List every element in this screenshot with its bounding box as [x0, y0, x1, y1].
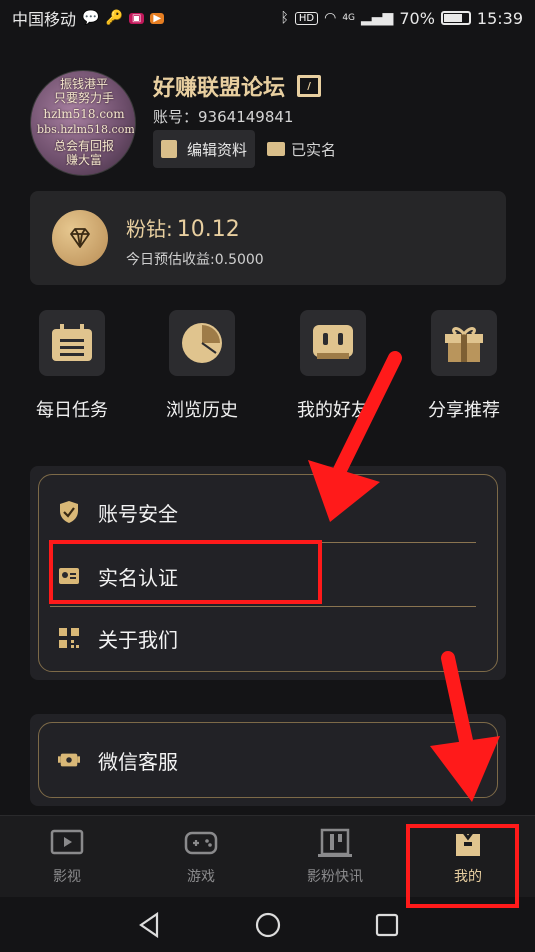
video-icon — [50, 828, 84, 858]
battery-icon — [440, 11, 471, 25]
signal-icon: ▂▄▆ — [361, 10, 394, 26]
profile-actions: 编辑资料 已实名 — [153, 130, 336, 168]
avatar-text-line: 只要努力手 — [53, 91, 114, 105]
edit-profile-label: 编辑资料 — [187, 140, 248, 159]
annotation-arrow-down — [430, 651, 500, 802]
highlight-real-name-box — [49, 540, 322, 604]
edit-profile-button[interactable]: 编辑资料 — [153, 130, 256, 168]
tab-video[interactable]: 影视 — [0, 816, 134, 898]
id-card-icon — [267, 142, 286, 156]
hd-badge: HD — [294, 11, 319, 25]
menu-item-label: 微信客服 — [98, 749, 178, 774]
profile-header: 振钱港平 只要努力手 hzlm518.com bbs.hzlm518.com 总… — [30, 68, 510, 178]
coin-value: 10.12 — [176, 217, 240, 242]
tab-label: 影粉快讯 — [307, 869, 363, 885]
menu-item-account-security[interactable]: 账号安全 — [58, 482, 478, 542]
menu-item-label: 关于我们 — [98, 627, 178, 652]
verified-label: 已实名 — [291, 140, 337, 159]
play-app-icon: ▶ — [150, 12, 165, 24]
key-icon: 🔑 — [105, 10, 123, 26]
verified-status: 已实名 — [267, 139, 336, 160]
shield-check-icon — [58, 501, 80, 523]
avatar[interactable]: 振钱港平 只要努力手 hzlm518.com bbs.hzlm518.com 总… — [30, 70, 136, 176]
shortcut-label: 每日任务 — [36, 400, 108, 421]
coin-label: 粉钻: — [126, 217, 173, 241]
tab-label: 游戏 — [187, 869, 215, 885]
annotation-arrow-down-left — [308, 351, 402, 522]
network-type: 4G — [342, 13, 356, 23]
menu-item-about-us[interactable]: 关于我们 — [58, 608, 478, 668]
headset-icon — [58, 749, 80, 771]
battery-percent: 70% — [399, 8, 435, 28]
shortcut-label: 分享推荐 — [428, 400, 500, 421]
message-icon: 💬 — [82, 10, 100, 26]
shortcut-grid: 每日任务 浏览历史 我的好友 分享推荐 — [0, 310, 535, 430]
username-row: 好赚联盟论坛 / — [153, 70, 322, 102]
shortcut-daily-tasks[interactable]: 每日任务 — [17, 310, 127, 422]
shortcut-label: 浏览历史 — [166, 400, 238, 421]
carrier-text: 中国移动 — [12, 10, 77, 29]
highlight-mine-tab-box — [406, 824, 519, 908]
clock: 15:39 — [476, 8, 523, 28]
username: 好赚联盟论坛 — [153, 76, 286, 101]
bluetooth-icon: ᛒ — [280, 10, 289, 26]
gift-icon — [431, 310, 497, 376]
shortcut-history[interactable]: 浏览历史 — [147, 310, 257, 422]
screen: 中国移动 💬 🔑 ▣ ▶ ᛒ HD ◠ 4G ▂▄▆ 70% 15:39 振钱港… — [0, 0, 535, 952]
menu-item-wechat-service[interactable]: 微信客服 — [58, 730, 478, 790]
avatar-text-line: hzlm518.com — [43, 107, 125, 121]
account-id: 9364149841 — [198, 108, 294, 126]
edit-name-icon[interactable]: / — [297, 75, 322, 97]
back-icon[interactable] — [134, 910, 164, 940]
avatar-text-line: 振钱港平 — [59, 77, 108, 91]
wallet-card[interactable]: 粉钻: 10.12 今日预估收益:0.5000 — [30, 191, 506, 285]
gamepad-icon — [184, 828, 218, 858]
app-badge-icon: ▣ — [128, 12, 145, 24]
coin-balance: 粉钻: 10.12 — [126, 213, 240, 242]
menu-divider — [50, 606, 476, 607]
tab-news[interactable]: 影粉快讯 — [268, 816, 402, 898]
today-estimate: 今日预估收益:0.5000 — [126, 252, 264, 268]
avatar-text-line: 总会有回报 — [53, 139, 114, 153]
menu-item-label: 账号安全 — [98, 501, 178, 526]
contact-icon — [161, 140, 177, 158]
calendar-icon — [39, 310, 105, 376]
avatar-text-line: bbs.hzlm518.com — [37, 123, 135, 136]
account-label: 账号： — [153, 108, 199, 126]
status-bar: 中国移动 💬 🔑 ▣ ▶ ᛒ HD ◠ 4G ▂▄▆ 70% 15:39 — [0, 0, 535, 36]
recents-icon[interactable] — [372, 910, 402, 940]
shortcut-share[interactable]: 分享推荐 — [409, 310, 519, 422]
qr-code-icon — [58, 627, 80, 649]
wifi-icon: ◠ — [324, 10, 337, 26]
account-id-row: 账号：9364149841 — [153, 106, 293, 127]
tab-label: 影视 — [53, 869, 81, 885]
diamond-icon — [52, 210, 108, 266]
news-icon — [318, 828, 352, 858]
avatar-text-line: 赚大富 — [65, 153, 102, 167]
pie-clock-icon — [169, 310, 235, 376]
tab-games[interactable]: 游戏 — [134, 816, 268, 898]
home-icon[interactable] — [253, 910, 283, 940]
